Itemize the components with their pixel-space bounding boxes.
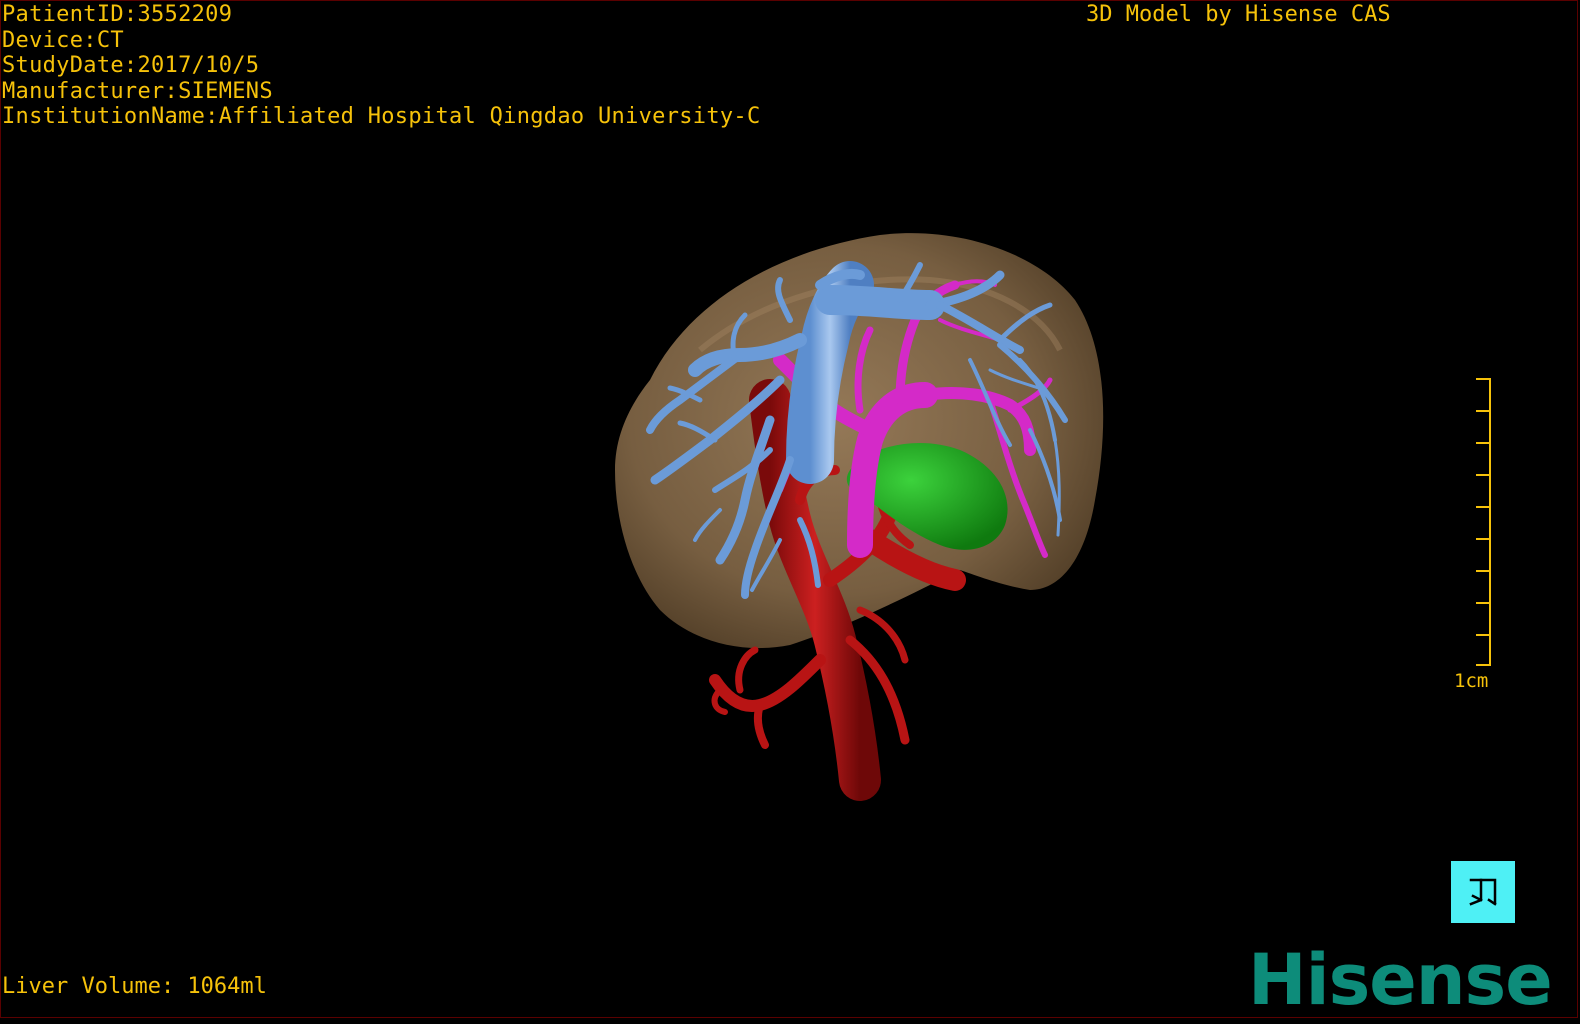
scale-bar (1476, 378, 1491, 666)
study-date-text: StudyDate:2017/10/5 (2, 53, 260, 78)
patient-id-text: PatientID:3552209 (2, 2, 233, 27)
liver-volume-text: Liver Volume: 1064ml (2, 974, 267, 999)
reset-view-button[interactable] (1451, 861, 1515, 923)
model-credit-text: 3D Model by Hisense CAS (1086, 2, 1391, 27)
scale-bar-label: 1cm (1454, 670, 1489, 692)
3d-viewport[interactable] (0, 0, 1580, 1020)
dicom-info-overlay: PatientID:3552209 Device:CT StudyDate:20… (2, 2, 761, 130)
device-text: Device:CT (2, 27, 124, 53)
hisense-logo: Hisense (1248, 939, 1553, 1021)
reset-view-icon (1469, 878, 1497, 906)
manufacturer-text: Manufacturer:SIEMENS (2, 78, 273, 104)
liver-3d-model (615, 233, 1104, 801)
institution-text: InstitutionName:Affiliated Hospital Qing… (2, 104, 761, 129)
